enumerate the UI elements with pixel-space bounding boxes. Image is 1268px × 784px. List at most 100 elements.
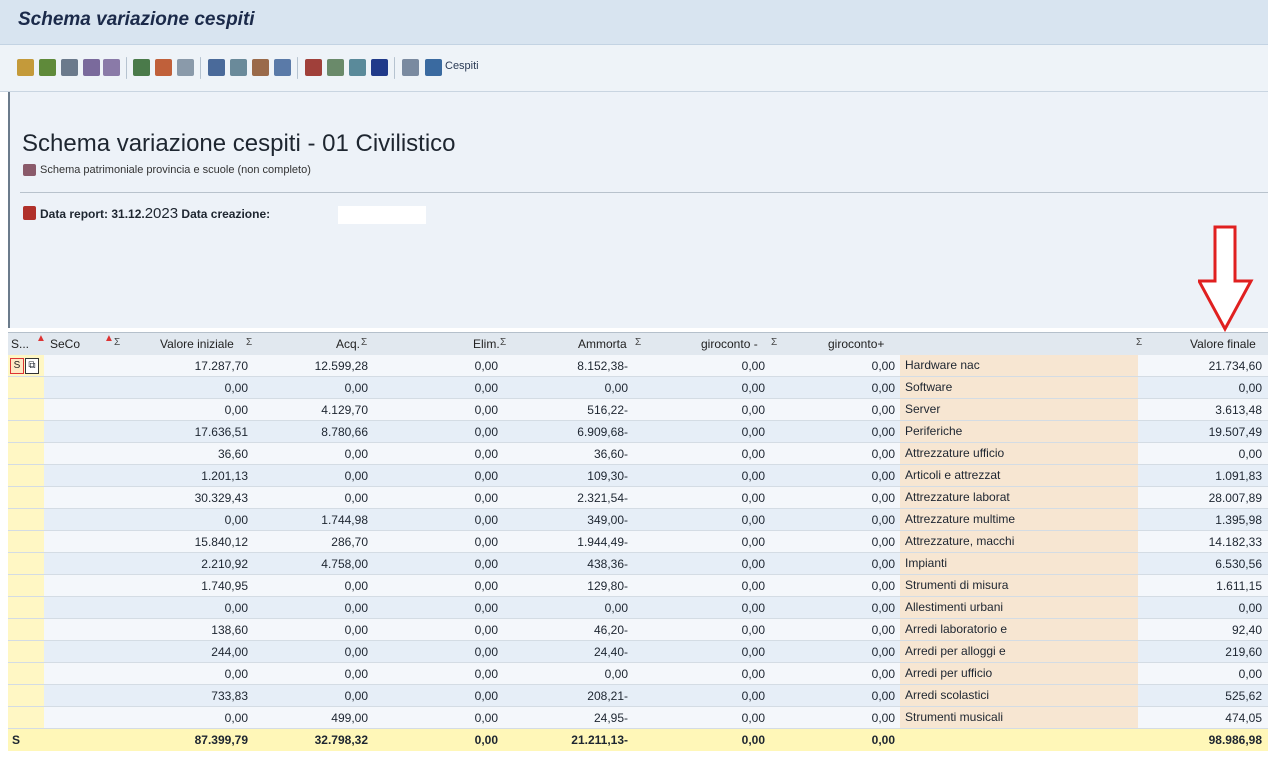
totals-row[interactable]: S 87.399,79 32.798,32 0,00 21.211,13- 0,00 0,0… (8, 729, 1268, 751)
sort-marker: S (10, 358, 24, 374)
graphic-icon[interactable] (177, 59, 194, 76)
col-header-valore-finale[interactable]: Valore finale (1190, 337, 1256, 351)
sigma-icon: Σ (246, 337, 253, 348)
row-selector[interactable] (8, 663, 44, 685)
list-icon[interactable] (402, 59, 419, 76)
cell-ammorta: 129,80- (587, 579, 628, 593)
row-selector[interactable] (8, 707, 44, 729)
cell-description: Arredi scolastici (900, 685, 1138, 706)
red-arrow-annotation (1198, 225, 1254, 333)
cell-acq: 12.599,28 (314, 359, 368, 373)
grid-icon[interactable] (305, 59, 322, 76)
total-giroconto-plus: 0,00 (871, 733, 895, 747)
table-row[interactable]: 1.201,13 0,00 0,00 109,30- 0,00 0,00 Articoli … (8, 465, 1268, 487)
col-header-acq[interactable]: Acq. (336, 337, 360, 351)
table-row[interactable]: 36,60 0,00 0,00 36,60- 0,00 0,00 Attrezzature … (8, 443, 1268, 465)
cell-elim: 0,00 (474, 359, 498, 373)
row-selector[interactable] (8, 487, 44, 509)
table-row[interactable]: 244,00 0,00 0,00 24,40- 0,00 0,00 Arredi per a… (8, 641, 1268, 663)
subtotal-icon[interactable] (155, 59, 172, 76)
table-row[interactable]: 0,00 0,00 0,00 0,00 0,00 0,00 Software 0,00 (8, 377, 1268, 399)
table-row[interactable]: 0,00 0,00 0,00 0,00 0,00 0,00 Allestimenti urb… (8, 597, 1268, 619)
row-selector[interactable] (8, 597, 44, 619)
filter-icon[interactable] (83, 59, 100, 76)
row-selector[interactable] (8, 399, 44, 421)
cell-valore-iniziale: 244,00 (211, 645, 248, 659)
layout-icon[interactable] (274, 59, 291, 76)
row-selector[interactable] (8, 531, 44, 553)
table-row[interactable]: 0,00 499,00 0,00 24,95- 0,00 0,00 Strumenti mu… (8, 707, 1268, 729)
cell-giroconto-plus: 0,00 (871, 645, 895, 659)
cell-ammorta: 109,30- (587, 469, 628, 483)
export-icon[interactable] (208, 59, 225, 76)
toolbar-separator (297, 57, 298, 79)
col-header-s[interactable]: S... (11, 337, 29, 351)
row-selector[interactable] (8, 685, 44, 707)
cell-giroconto-minus: 0,00 (741, 381, 765, 395)
delete-filter-icon[interactable] (103, 59, 120, 76)
cell-description: Attrezzature laborat (900, 487, 1138, 508)
row-selector[interactable] (8, 443, 44, 465)
cell-description: Attrezzature ufficio (900, 443, 1138, 464)
row-selector[interactable] (8, 619, 44, 641)
col-header-ammorta[interactable]: Ammorta (578, 337, 627, 351)
col-header-giroconto-minus[interactable]: giroconto - (701, 337, 758, 351)
cell-valore-iniziale: 1.740,95 (201, 579, 248, 593)
row-selector[interactable] (8, 575, 44, 597)
mail-icon[interactable] (252, 59, 269, 76)
cell-description: Arredi laboratorio e (900, 619, 1138, 640)
row-selector[interactable]: S ⧉ (8, 355, 44, 377)
table-row[interactable]: 0,00 1.744,98 0,00 349,00- 0,00 0,00 Attrezzat… (8, 509, 1268, 531)
table-row[interactable]: 733,83 0,00 0,00 208,21- 0,00 0,00 Arredi scol… (8, 685, 1268, 707)
row-selector[interactable] (8, 509, 44, 531)
cell-valore-finale: 28.007,89 (1208, 491, 1262, 505)
assets-icon[interactable] (425, 59, 442, 76)
cell-valore-finale: 3.613,48 (1215, 403, 1262, 417)
cell-description: Periferiche (900, 421, 1138, 442)
abc-icon[interactable] (230, 59, 247, 76)
row-selector[interactable] (8, 465, 44, 487)
cell-valore-finale: 6.530,56 (1215, 557, 1262, 571)
row-selector[interactable] (8, 641, 44, 663)
cell-description: Allestimenti urbani (900, 597, 1138, 618)
row-selector[interactable] (8, 377, 44, 399)
info-icon[interactable] (371, 59, 388, 76)
table-row[interactable]: 15.840,12 286,70 0,00 1.944,49- 0,00 0,00 Attr… (8, 531, 1268, 553)
choose-layout-icon[interactable] (327, 59, 344, 76)
cell-acq: 4.758,00 (321, 557, 368, 571)
cell-giroconto-plus: 0,00 (871, 579, 895, 593)
col-header-giroconto-plus[interactable]: giroconto+ (828, 337, 884, 351)
details-icon[interactable] (17, 59, 34, 76)
table-row[interactable]: 0,00 4.129,70 0,00 516,22- 0,00 0,00 Server 3.6… (8, 399, 1268, 421)
drilldown-icon[interactable]: ⧉ (25, 358, 39, 374)
row-selector[interactable] (8, 553, 44, 575)
table-row[interactable]: 138,60 0,00 0,00 46,20- 0,00 0,00 Arredi labor… (8, 619, 1268, 641)
cell-valore-iniziale: 15.840,12 (194, 535, 248, 549)
row-selector[interactable] (8, 421, 44, 443)
cell-acq: 0,00 (344, 491, 368, 505)
sum-icon[interactable] (133, 59, 150, 76)
col-header-valore-iniziale[interactable]: Valore iniziale (160, 337, 234, 351)
table-row[interactable]: S ⧉ 17.287,70 12.599,28 0,00 8.152,38- 0,00 0,0… (8, 355, 1268, 377)
col-header-elim[interactable]: Elim. (473, 337, 500, 351)
cell-giroconto-plus: 0,00 (871, 359, 895, 373)
table-row[interactable]: 17.636,51 8.780,66 0,00 6.909,68- 0,00 0,00 Pe… (8, 421, 1268, 443)
toolbar-separator (126, 57, 127, 79)
save-layout-icon[interactable] (349, 59, 366, 76)
table-row[interactable]: 0,00 0,00 0,00 0,00 0,00 0,00 Arredi per uffic… (8, 663, 1268, 685)
col-header-seco[interactable]: SeCo (50, 337, 80, 351)
select-icon[interactable] (39, 59, 56, 76)
table-row[interactable]: 30.329,43 0,00 0,00 2.321,54- 0,00 0,00 Attrez… (8, 487, 1268, 509)
table-row[interactable]: 1.740,95 0,00 0,00 129,80- 0,00 0,00 Strumenti… (8, 575, 1268, 597)
cell-giroconto-minus: 0,00 (741, 513, 765, 527)
cell-ammorta: 516,22- (587, 403, 628, 417)
cell-giroconto-minus: 0,00 (741, 579, 765, 593)
cell-valore-iniziale: 0,00 (224, 381, 248, 395)
report-title: Schema variazione cespiti - 01 Civilisti… (22, 130, 456, 157)
table-row[interactable]: 2.210,92 4.758,00 0,00 438,36- 0,00 0,00 Impia… (8, 553, 1268, 575)
cespiti-button-label[interactable]: Cespiti (445, 60, 479, 72)
cell-giroconto-plus: 0,00 (871, 447, 895, 461)
cell-ammorta: 0,00 (604, 381, 628, 395)
cell-valore-iniziale: 0,00 (224, 711, 248, 725)
print-icon[interactable] (61, 59, 78, 76)
